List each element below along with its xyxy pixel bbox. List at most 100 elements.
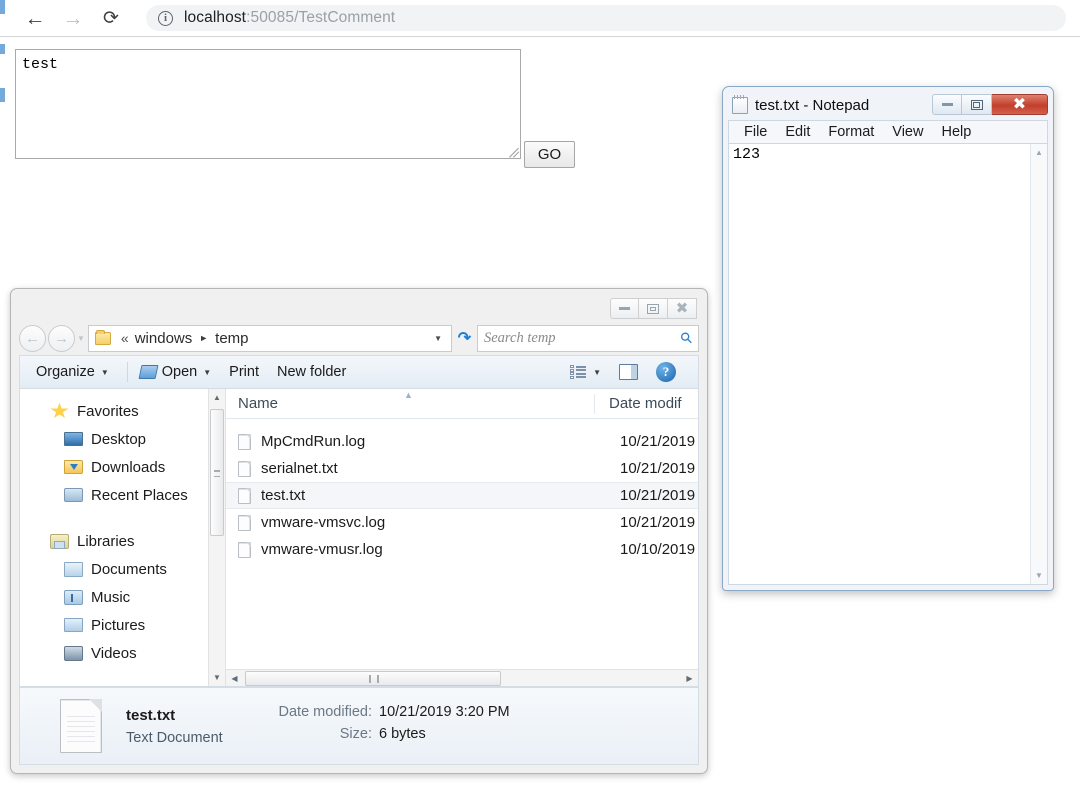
navigation-list: Favorites Desktop Downloads Recent Place… — [20, 389, 225, 667]
videos-icon — [64, 645, 83, 661]
menu-item-file[interactable]: File — [735, 124, 776, 140]
explorer-body: Favorites Desktop Downloads Recent Place… — [19, 389, 699, 687]
breadcrumb-overflow[interactable]: « — [121, 330, 129, 346]
details-size-row: Size: 6 bytes — [254, 726, 510, 742]
minimize-icon[interactable] — [610, 298, 639, 319]
comment-textarea[interactable] — [15, 49, 521, 159]
menu-item-help[interactable]: Help — [932, 124, 980, 140]
scrollbar-thumb[interactable] — [245, 670, 501, 686]
open-button[interactable]: Open ▼ — [134, 359, 217, 385]
text-file-icon — [60, 699, 102, 753]
go-button[interactable]: GO — [524, 141, 575, 168]
breadcrumb-item-windows[interactable]: windows — [135, 330, 193, 347]
sidebar-item-label: Videos — [91, 644, 137, 662]
notepad-scrollbar[interactable]: ▲ ▼ — [1030, 144, 1047, 584]
forward-circle-icon[interactable]: → — [48, 324, 75, 352]
notepad-text-area[interactable]: 123 ▲ ▼ — [728, 144, 1048, 585]
explorer-title-bar[interactable]: ✖ — [11, 289, 707, 327]
sidebar-item-label: Downloads — [91, 458, 166, 476]
sidebar-item-libraries[interactable]: Libraries — [20, 527, 225, 555]
sidebar-item-music[interactable]: Music — [20, 583, 225, 611]
scrollbar-track[interactable] — [243, 670, 681, 686]
scroll-right-icon[interactable]: ▶ — [681, 674, 698, 683]
notepad-content[interactable]: 123 — [729, 144, 1030, 584]
nav-group-gap — [20, 509, 225, 527]
breadcrumb[interactable]: « windows ► temp ▼ — [87, 324, 452, 352]
minimize-icon[interactable] — [932, 94, 962, 115]
back-icon[interactable]: ← — [16, 0, 54, 37]
file-explorer-window[interactable]: ✖ ← → ▼ « windows ► temp ▼ ↷ Search temp… — [10, 288, 708, 774]
sidebar-item-downloads[interactable]: Downloads — [20, 453, 225, 481]
help-button[interactable]: ? — [650, 359, 682, 385]
chevron-down-icon: ▼ — [593, 367, 601, 377]
print-button[interactable]: Print — [223, 359, 265, 385]
scroll-up-icon[interactable]: ▲ — [1031, 144, 1047, 161]
explorer-window-controls: ✖ — [610, 298, 697, 319]
scroll-up-icon[interactable]: ▲ — [209, 389, 225, 406]
breadcrumb-item-temp[interactable]: temp — [215, 330, 248, 347]
scroll-left-icon[interactable]: ◀ — [226, 674, 243, 683]
notepad-title-bar[interactable]: test.txt - Notepad ✖ — [728, 91, 1048, 120]
text-file-icon — [238, 514, 251, 531]
sidebar-item-label: Favorites — [77, 402, 139, 420]
text-file-icon — [238, 541, 251, 558]
sidebar-item-favorites[interactable]: Favorites — [20, 397, 225, 425]
star-icon — [50, 402, 69, 418]
navigation-scrollbar[interactable]: ▲ ▼ — [208, 389, 225, 686]
info-circle-icon[interactable]: i — [158, 10, 173, 26]
music-icon — [64, 589, 83, 605]
forward-icon[interactable]: → — [54, 0, 92, 37]
new-folder-button[interactable]: New folder — [271, 359, 352, 385]
address-bar[interactable]: i localhost:50085/TestComment — [146, 5, 1066, 31]
open-icon — [138, 365, 159, 379]
table-row[interactable]: vmware-vmusr.log 10/10/2019 — [226, 536, 698, 563]
file-name: vmware-vmsvc.log — [261, 514, 386, 531]
chevron-down-icon[interactable]: ▼ — [429, 334, 447, 343]
table-row[interactable]: test.txt 10/21/2019 — [226, 482, 698, 509]
organize-label: Organize — [36, 364, 95, 380]
sidebar-item-desktop[interactable]: Desktop — [20, 425, 225, 453]
back-circle-icon[interactable]: ← — [19, 324, 46, 352]
close-icon[interactable]: ✖ — [992, 94, 1048, 115]
scroll-down-icon[interactable]: ▼ — [1031, 567, 1047, 584]
sidebar-item-pictures[interactable]: Pictures — [20, 611, 225, 639]
sidebar-item-label: Libraries — [77, 532, 135, 550]
preview-pane-button[interactable] — [613, 359, 644, 385]
scroll-down-icon[interactable]: ▼ — [209, 669, 225, 686]
pictures-icon — [64, 618, 83, 632]
menu-item-view[interactable]: View — [883, 124, 932, 140]
url-host: localhost — [184, 9, 247, 26]
chevron-down-icon[interactable]: ▼ — [77, 334, 85, 343]
sidebar-item-label: Documents — [91, 560, 167, 578]
notepad-window[interactable]: test.txt - Notepad ✖ File Edit Format Vi… — [722, 86, 1054, 591]
help-icon: ? — [656, 362, 676, 382]
libraries-icon — [50, 533, 69, 549]
file-list-horizontal-scrollbar[interactable]: ◀ ▶ — [226, 669, 698, 686]
sidebar-item-videos[interactable]: Videos — [20, 639, 225, 667]
search-input[interactable]: Search temp ⚲ — [477, 324, 699, 352]
menu-item-edit[interactable]: Edit — [776, 124, 819, 140]
breadcrumb-separator-icon[interactable]: ► — [199, 333, 208, 343]
maximize-icon[interactable] — [639, 298, 668, 319]
close-icon[interactable]: ✖ — [668, 298, 697, 319]
screen: ← → ⟳ i localhost:50085/TestComment GO ✖ — [0, 0, 1080, 787]
table-row[interactable]: MpCmdRun.log 10/21/2019 — [226, 428, 698, 455]
sidebar-item-recent-places[interactable]: Recent Places — [20, 481, 225, 509]
change-view-button[interactable]: ▼ — [564, 359, 607, 385]
scrollbar-thumb[interactable] — [210, 409, 224, 536]
column-header-date[interactable]: Date modif — [594, 393, 698, 414]
menu-item-format[interactable]: Format — [819, 124, 883, 140]
search-placeholder: Search temp — [484, 329, 556, 346]
file-name: MpCmdRun.log — [261, 433, 366, 450]
sidebar-item-documents[interactable]: Documents — [20, 555, 225, 583]
explorer-view-controls: ▼ ? — [564, 359, 688, 385]
downloads-icon — [64, 460, 83, 474]
maximize-icon[interactable] — [962, 94, 992, 115]
organize-button[interactable]: Organize ▼ — [30, 359, 115, 385]
column-headers: ▲ Name Date modif — [226, 389, 698, 419]
details-size-label: Size: — [339, 726, 372, 742]
reload-icon[interactable]: ⟳ — [92, 0, 130, 37]
refresh-icon[interactable]: ↷ — [452, 325, 477, 352]
table-row[interactable]: serialnet.txt 10/21/2019 — [226, 455, 698, 482]
table-row[interactable]: vmware-vmsvc.log 10/21/2019 — [226, 509, 698, 536]
